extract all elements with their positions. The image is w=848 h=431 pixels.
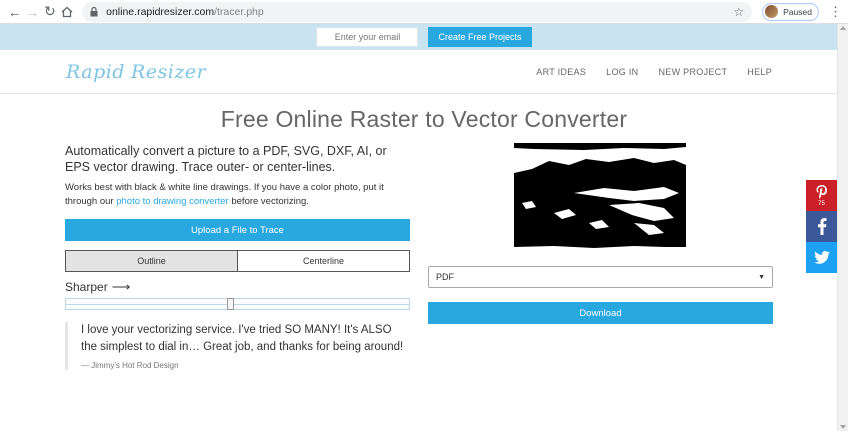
sub-text: Works best with black & white line drawi… <box>65 181 410 209</box>
menu-log-in[interactable]: LOG IN <box>606 67 638 77</box>
traced-image <box>514 143 686 249</box>
testimonial-cite: — Jimmy's Hot Rod Design <box>81 361 179 370</box>
chevron-down-icon: ▼ <box>758 273 765 281</box>
photo-to-drawing-link[interactable]: photo to drawing converter <box>116 196 228 207</box>
main-menu: ART IDEAS LOG IN NEW PROJECT HELP <box>536 67 772 77</box>
centerline-option[interactable]: Centerline <box>238 251 409 271</box>
home-icon[interactable] <box>59 2 77 22</box>
avatar <box>765 5 779 18</box>
page-scrollbar[interactable] <box>837 24 848 431</box>
twitter-icon <box>813 251 830 264</box>
site-logo[interactable]: Rapid Resizer <box>66 61 206 83</box>
browser-menu-icon[interactable]: ⋮ <box>829 5 842 18</box>
sub-text-after: before vectorizing. <box>228 196 309 207</box>
profile-button[interactable]: Paused <box>762 2 819 21</box>
twitter-share-button[interactable] <box>806 242 837 273</box>
menu-art-ideas[interactable]: ART IDEAS <box>536 67 586 77</box>
site-header: Rapid Resizer ART IDEAS LOG IN NEW PROJEC… <box>0 50 848 94</box>
facebook-share-button[interactable] <box>806 211 837 242</box>
facebook-icon <box>817 218 826 235</box>
slider-track <box>66 304 409 305</box>
trace-mode-toggle: Outline Centerline <box>65 250 410 272</box>
social-share-bar: 75 <box>806 180 837 273</box>
scroll-down-icon[interactable] <box>840 425 846 429</box>
right-column: PDF ▼ Download <box>428 143 773 324</box>
address-bar[interactable]: online.rapidresizer.com/tracer.php ☆ <box>82 1 753 22</box>
slider-label: Sharper ⟶ <box>65 279 410 295</box>
format-selected: PDF <box>436 272 454 282</box>
sharper-label: Sharper <box>65 280 108 294</box>
lock-icon <box>90 6 100 17</box>
slider-thumb[interactable] <box>227 298 234 310</box>
lead-text: Automatically convert a picture to a PDF… <box>65 144 387 174</box>
outline-option[interactable]: Outline <box>66 251 238 271</box>
logo-part1: Rapid <box>66 60 125 83</box>
pinterest-share-button[interactable]: 75 <box>806 180 837 211</box>
reload-icon[interactable]: ↻ <box>41 2 59 22</box>
scroll-up-icon[interactable] <box>840 26 846 30</box>
pinterest-icon <box>816 185 827 199</box>
create-free-projects-button[interactable]: Create Free Projects <box>428 27 532 47</box>
back-icon[interactable]: ← <box>6 2 24 22</box>
browser-toolbar: ← → ↻ online.rapidresizer.com/tracer.php… <box>0 0 848 24</box>
pinterest-count: 75 <box>818 201 825 207</box>
testimonial: I love your vectorizing service. I've tr… <box>65 322 410 370</box>
bookmark-star-icon[interactable]: ☆ <box>733 5 744 19</box>
sharpness-slider[interactable] <box>65 298 410 310</box>
format-select[interactable]: PDF ▼ <box>428 266 773 288</box>
email-input[interactable]: Enter your email <box>316 27 419 47</box>
forward-icon[interactable]: → <box>24 2 42 22</box>
menu-new-project[interactable]: NEW PROJECT <box>658 67 727 77</box>
logo-part2: Resizer <box>130 60 207 83</box>
left-column: Automatically convert a picture to a PDF… <box>65 143 410 370</box>
profile-status: Paused <box>783 6 812 17</box>
page-title: Free Online Raster to Vector Converter <box>220 106 628 132</box>
url-path: /tracer.php <box>214 5 264 18</box>
trace-preview <box>428 143 773 253</box>
testimonial-text: I love your vectorizing service. I've tr… <box>81 324 404 353</box>
upload-file-button[interactable]: Upload a File to Trace <box>65 219 410 241</box>
menu-help[interactable]: HELP <box>747 67 772 77</box>
arrow-right-icon: ⟶ <box>111 279 131 294</box>
url-host: online.rapidresizer.com <box>106 5 215 18</box>
promo-bar: Enter your email Create Free Projects <box>0 24 848 50</box>
download-button[interactable]: Download <box>428 302 773 324</box>
